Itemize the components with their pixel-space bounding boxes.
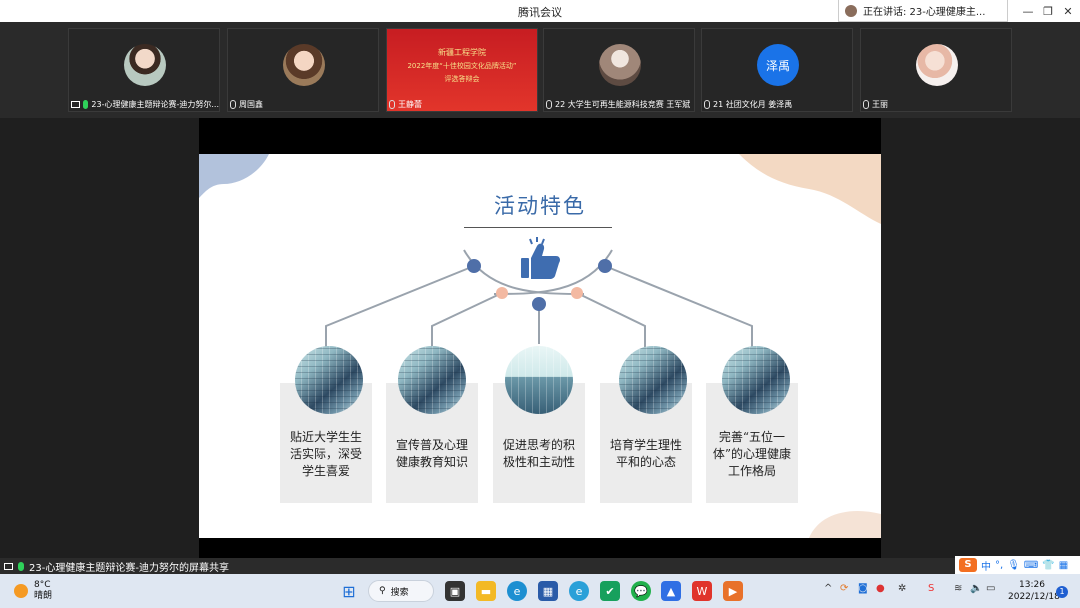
feature-text: 培育学生理性平和的心态 (609, 438, 682, 469)
participant-tile[interactable]: 22 大学生可再生能源科技竞赛 王军斌 (543, 28, 695, 112)
sun-icon (14, 584, 28, 598)
battery-icon[interactable]: ▭ (986, 583, 995, 594)
taskbar: 8°C 晴朗 ⊞ ⚲ 搜索 ▣ ▬ e ▦ e ✔ 💬 ▲ W ▶ ^ ⟳ ◙ … (0, 574, 1080, 608)
participant-tile[interactable]: 周国鑫 (227, 28, 379, 112)
slide-title: 活动特色 (494, 194, 586, 218)
wechat-icon[interactable]: 💬 (631, 581, 651, 601)
ime-language[interactable]: 中 (981, 558, 991, 573)
building-photo (722, 346, 790, 414)
ime-toolbar[interactable]: S 中 °, 🎙 ⌨ 👕 ▦ (955, 556, 1080, 574)
tray-app-icon[interactable]: ⟳ (840, 583, 848, 594)
search-box[interactable]: ⚲ 搜索 (368, 580, 434, 602)
mic-off-icon (389, 100, 395, 109)
speaking-text: 正在讲话: 23-心理健康主... (863, 7, 986, 18)
volume-icon[interactable]: 🔈 (970, 583, 982, 594)
punctuation-icon[interactable]: °, (995, 560, 1003, 571)
accessibility-icon[interactable]: ✲ (898, 583, 906, 594)
weather-widget[interactable]: 8°C 晴朗 (14, 580, 52, 602)
thumbs-up-icon (521, 237, 560, 279)
avatar (283, 44, 325, 86)
mic-off-icon (863, 100, 869, 109)
chevron-up-icon[interactable]: ^ (824, 583, 832, 594)
letterbox-bottom (199, 538, 881, 558)
mic-on-icon (82, 100, 89, 109)
clock[interactable]: 13:26 2022/12/18 (1008, 579, 1060, 603)
title-divider (464, 227, 612, 228)
tray-app-icon[interactable]: ◙ (858, 583, 868, 594)
wifi-icon[interactable]: ≋ (954, 583, 962, 594)
participant-tile[interactable]: 23-心理健康主题辩论赛-迪力努尔... (68, 28, 220, 112)
speaker-avatar-icon (845, 4, 857, 17)
building-photo (619, 346, 687, 414)
close-icon[interactable]: ✕ (1056, 0, 1080, 22)
participant-strip: 23-心理健康主题辩论赛-迪力努尔... 周国鑫 新疆工程学院 2022年度“十… (0, 22, 1080, 118)
letterbox-top (199, 118, 881, 154)
task-view-icon[interactable]: ▣ (445, 581, 465, 601)
edge-icon[interactable]: e (507, 581, 527, 601)
weather-desc: 晴朗 (34, 591, 53, 601)
weather-temp: 8°C (34, 580, 51, 590)
tray-app-icon[interactable]: ● (876, 583, 885, 594)
start-icon[interactable]: ⊞ (339, 581, 359, 601)
tencent-meeting-icon[interactable]: ▲ (661, 581, 681, 601)
participant-name: 王静蕾 (398, 100, 422, 109)
sogou-tray-icon[interactable]: S (928, 583, 934, 594)
participant-tile[interactable]: 泽禹 21 社团文化月 姜泽禹 (701, 28, 853, 112)
screen-share-icon (71, 101, 80, 108)
avatar (124, 44, 166, 86)
mic-on-icon (18, 561, 24, 571)
sogou-logo-icon: S (959, 558, 977, 572)
wps-icon[interactable]: W (692, 581, 712, 601)
building-photo (398, 346, 466, 414)
participant-name: 周国鑫 (239, 100, 263, 109)
app-icon[interactable]: ✔ (600, 581, 620, 601)
file-explorer-icon[interactable]: ▬ (476, 581, 496, 601)
poster-line: 评选答辩会 (444, 75, 480, 83)
participant-name: 21 社团文化月 姜泽禹 (713, 100, 793, 109)
toolbox-icon[interactable]: ▦ (1059, 560, 1068, 571)
feature-text: 宣传普及心理健康教育知识 (395, 438, 468, 469)
participant-name: 23-心理健康主题辩论赛-迪力努尔... (91, 100, 219, 109)
avatar (599, 44, 641, 86)
feature-text: 促进思考的积极性和主动性 (502, 438, 575, 469)
avatar (916, 44, 958, 86)
speaking-indicator[interactable]: 正在讲话: 23-心理健康主... (838, 0, 1008, 22)
feature-text: 贴近大学生生活实际，深受学生喜爱 (289, 429, 362, 478)
participant-name: 22 大学生可再生能源科技竞赛 王军斌 (555, 100, 691, 109)
poster-line: 2022年度“十佳校园文化品牌活动” (407, 62, 517, 70)
screen-share-bar[interactable]: 23-心理健康主题辩论赛-迪力努尔的屏幕共享 (0, 558, 1080, 574)
clock-date: 2022/12/18 (1008, 592, 1060, 602)
title-bar: 腾讯会议 正在讲话: 23-心理健康主... — ❐ ✕ (0, 0, 1080, 22)
clock-time: 13:26 (1019, 580, 1045, 590)
building-photo (295, 346, 363, 414)
skin-icon[interactable]: 👕 (1042, 560, 1054, 571)
avatar-text: 泽禹 (765, 58, 790, 73)
microphone-icon[interactable]: 🎙 (1007, 560, 1020, 571)
participant-tile[interactable]: 王丽 (860, 28, 1012, 112)
store-icon[interactable]: ▦ (538, 581, 558, 601)
meeting-app: 腾讯会议 正在讲话: 23-心理健康主... — ❐ ✕ 23-心理健康主题辩论… (0, 0, 1080, 608)
slides-icon[interactable]: ▶ (723, 581, 743, 601)
mic-off-icon (546, 100, 552, 109)
feature-text: 完善“五位一体”的心理健康工作格局 (712, 429, 792, 478)
screen-share-icon (4, 562, 13, 570)
search-label: 搜索 (390, 587, 409, 598)
mic-off-icon (704, 100, 710, 109)
poster-line: 新疆工程学院 (438, 48, 486, 57)
keyboard-icon[interactable]: ⌨ (1024, 560, 1038, 571)
participant-tile[interactable]: 新疆工程学院 2022年度“十佳校园文化品牌活动” 评选答辩会 王静蕾 (386, 28, 538, 112)
share-bar-text: 23-心理健康主题辩论赛-迪力努尔的屏幕共享 (29, 562, 229, 574)
participant-name: 王丽 (872, 100, 888, 109)
search-icon: ⚲ (379, 586, 386, 596)
presentation-slide: 活动特色 贴近大学生生活实际，深受学生喜爱 宣传普及心理健康教育知识 促进思考的… (199, 154, 881, 538)
notification-badge[interactable]: 1 (1056, 586, 1068, 598)
browser-icon[interactable]: e (569, 581, 589, 601)
mic-off-icon (230, 100, 236, 109)
avatar: 泽禹 (757, 44, 799, 86)
building-photo (505, 346, 573, 414)
